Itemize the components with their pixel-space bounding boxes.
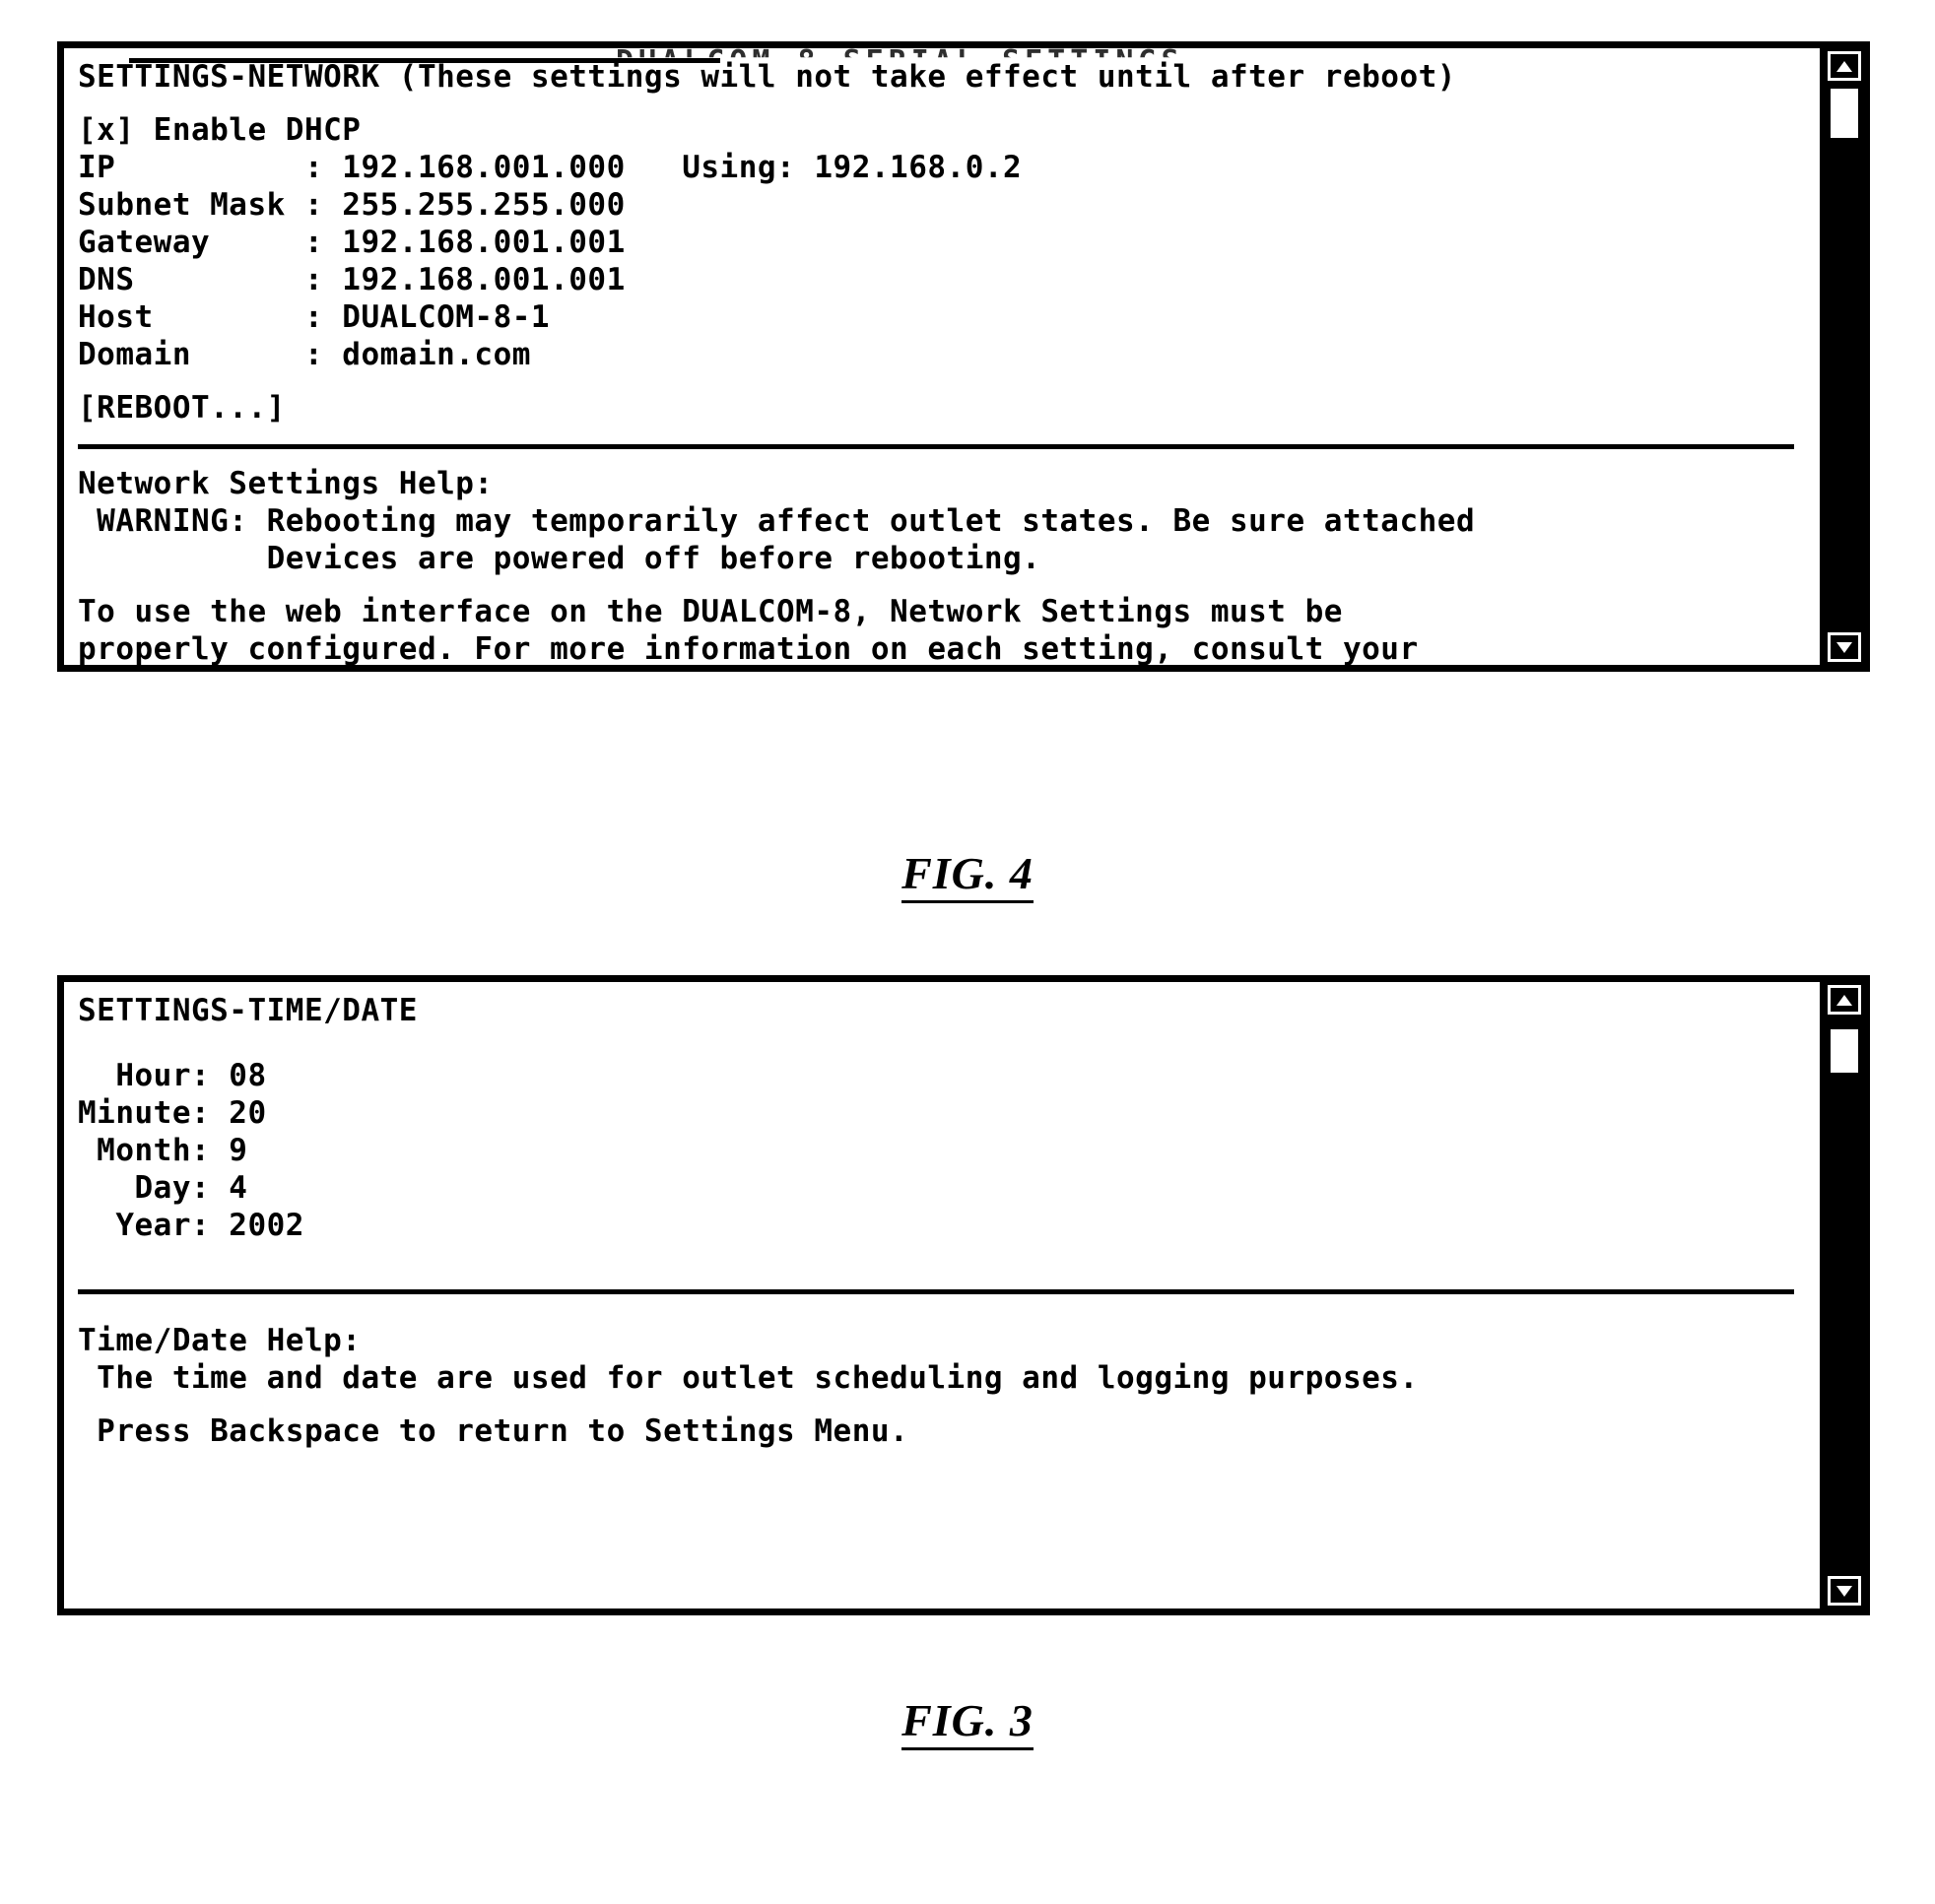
chevron-down-icon <box>1836 641 1852 653</box>
terminal-window-timedate: SETTINGS-TIME/DATE Hour: 08 Minute: 20 M… <box>57 975 1870 1615</box>
figure-caption-3-text: FIG. 3 <box>901 1695 1034 1750</box>
field-minute[interactable]: Minute: 20 <box>78 1094 1820 1132</box>
chevron-up-icon <box>1836 994 1852 1006</box>
scrollbar-timedate[interactable] <box>1820 982 1863 1609</box>
scroll-down-button[interactable] <box>1828 632 1861 662</box>
field-subnet-mask[interactable]: Subnet Mask : 255.255.255.000 <box>78 186 1820 224</box>
field-month[interactable]: Month: 9 <box>78 1132 1820 1169</box>
page-bleed-rule <box>129 58 720 63</box>
chevron-up-icon <box>1836 60 1852 72</box>
field-gateway[interactable]: Gateway : 192.168.001.001 <box>78 224 1820 261</box>
field-host[interactable]: Host : DUALCOM-8-1 <box>78 298 1820 336</box>
figure-caption-4-text: FIG. 4 <box>901 848 1034 903</box>
field-domain[interactable]: Domain : domain.com <box>78 336 1820 373</box>
chevron-down-icon <box>1836 1585 1852 1597</box>
terminal-content-timedate: SETTINGS-TIME/DATE Hour: 08 Minute: 20 M… <box>64 982 1820 1609</box>
figure-network: DUALCOM-8 SERIAL SETTINGS SETTINGS-NETWO… <box>0 0 1935 903</box>
scroll-up-button[interactable] <box>1828 51 1861 81</box>
field-year[interactable]: Year: 2002 <box>78 1207 1820 1244</box>
help-title-network: Network Settings Help: <box>78 466 494 501</box>
scroll-up-button[interactable] <box>1828 985 1861 1015</box>
figure-caption-3: FIG. 3 <box>0 1694 1935 1750</box>
field-hour[interactable]: Hour: 08 <box>78 1057 1820 1094</box>
screen-title-timedate: SETTINGS-TIME/DATE <box>78 993 418 1028</box>
reboot-button[interactable]: [REBOOT...] <box>78 389 1820 427</box>
scrollbar-thumb[interactable] <box>1828 1025 1861 1077</box>
screen-title-network: SETTINGS-NETWORK (These settings will no… <box>78 59 1456 95</box>
help-body-line-1: To use the web interface on the DUALCOM-… <box>78 594 1343 629</box>
scroll-down-button[interactable] <box>1828 1576 1861 1606</box>
help-body-line-2: properly configured. For more informatio… <box>78 631 1419 665</box>
terminal-window-network: DUALCOM-8 SERIAL SETTINGS SETTINGS-NETWO… <box>57 41 1870 672</box>
scrollbar-thumb[interactable] <box>1828 85 1861 141</box>
help-title-timedate: Time/Date Help: <box>78 1323 362 1358</box>
help-footer-timedate: Press Backspace to return to Settings Me… <box>78 1413 909 1449</box>
help-body-timedate: The time and date are used for outlet sc… <box>78 1360 1419 1396</box>
terminal-content-network: DUALCOM-8 SERIAL SETTINGS SETTINGS-NETWO… <box>64 48 1820 665</box>
field-dns[interactable]: DNS : 192.168.001.001 <box>78 261 1820 298</box>
figure-caption-4: FIG. 4 <box>0 847 1935 903</box>
field-day[interactable]: Day: 4 <box>78 1169 1820 1207</box>
scrollbar-network[interactable] <box>1820 48 1863 665</box>
field-ip[interactable]: IP : 192.168.001.000 Using: 192.168.0.2 <box>78 149 1820 186</box>
help-warning-line-1: WARNING: Rebooting may temporarily affec… <box>78 503 1476 539</box>
figure-timedate: SETTINGS-TIME/DATE Hour: 08 Minute: 20 M… <box>0 946 1935 1904</box>
help-warning-line-2: Devices are powered off before rebooting… <box>78 541 1041 576</box>
dhcp-checkbox-row[interactable]: [x] Enable DHCP <box>78 111 1820 149</box>
